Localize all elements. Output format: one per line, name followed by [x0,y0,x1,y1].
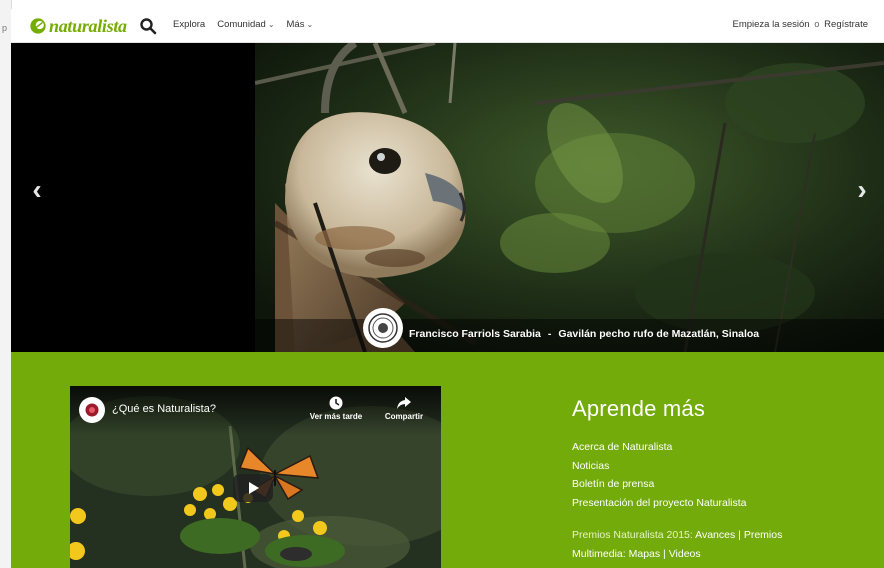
news-link[interactable]: Noticias [572,457,782,476]
video-title[interactable]: ¿Qué es Naturalista? [112,403,216,415]
watch-later-button[interactable]: Ver más tarde [306,394,366,421]
hawk-photo [255,43,884,352]
main-nav: Explora Comunidad ⌄ Más ⌄ [173,19,325,30]
chevron-down-icon: ⌄ [267,20,275,29]
play-button[interactable] [233,474,273,502]
site-header: naturalista Explora Comunidad ⌄ Más ⌄ Em… [11,9,884,43]
awards-progress-link[interactable]: Avances [695,529,735,541]
nav-explora[interactable]: Explora [173,19,205,30]
naturalista-logo[interactable]: naturalista [29,15,127,37]
partner-seal-icon [363,308,403,348]
press-link[interactable]: Boletín de prensa [572,475,782,494]
carousel-prev-button[interactable]: ‹ [23,173,51,207]
photo-caption[interactable]: Francisco Farriols Sarabia - Gavilán pecho… [409,328,759,340]
channel-avatar[interactable] [79,397,105,423]
multimedia-divider: | [663,547,666,560]
nav-mas[interactable]: Más ⌄ [287,19,314,30]
share-button[interactable]: Compartir [378,394,430,421]
nav-comunidad-label: Comunidad [217,19,266,30]
photographer-name: Francisco Farriols Sarabia [409,328,541,340]
browser-edge-char: p [2,23,8,33]
awards-row: Premios Naturalista 2015: Avances | Prem… [572,526,782,545]
presentation-link[interactable]: Presentación del proyecto Naturalista [572,494,782,513]
share-arrow-icon [397,397,411,409]
clock-icon [329,396,343,410]
maps-link[interactable]: Mapas [629,548,661,560]
auth-separator: o [814,19,820,30]
signup-link[interactable]: Regístrate [824,19,868,30]
watch-later-label: Ver más tarde [309,412,363,421]
login-link[interactable]: Empieza la sesión [732,19,809,30]
hero-carousel: ‹ › Francisco Farriols Sarabia - Gavilán p… [11,43,884,352]
learn-more-panel: Aprende más Acerca de Naturalista Notici… [572,396,782,563]
search-icon[interactable] [139,17,157,35]
multimedia-row: Multimedia: Mapas | Videos [572,545,782,564]
learn-more-heading: Aprende más [572,396,706,421]
youtube-video-embed[interactable]: ¿Qué es Naturalista? Ver más tarde Compa… [70,386,441,568]
chevron-down-icon: ⌄ [306,20,314,29]
extra-links: Premios Naturalista 2015: Avances | Prem… [572,526,782,563]
awards-label: Premios Naturalista 2015: [572,529,693,541]
share-label: Compartir [384,412,424,421]
learn-links: Acerca de Naturalista Noticias Boletín d… [572,438,782,512]
awards-divider: | [738,529,741,541]
auth-links: Empieza la sesión o Regístrate [732,19,868,30]
carousel-next-button[interactable]: › [848,173,876,207]
nav-explora-label: Explora [173,19,206,30]
multimedia-label: Multimedia: [572,547,626,560]
photo-description: Gavilán pecho rufo de Mazatlán, Sinaloa [558,328,760,340]
chevron-left-icon: ‹ [32,174,42,205]
intro-section: ¿Qué es Naturalista? Ver más tarde Compa… [11,352,884,568]
nav-mas-label: Más [286,19,305,30]
about-link[interactable]: Acerca de Naturalista [572,438,782,457]
logo-text: naturalista [49,15,127,36]
logo-leaf-icon [30,18,46,34]
chevron-right-icon: › [857,174,867,205]
caption-separator: - [547,328,552,340]
awards-prizes-link[interactable]: Premios [744,529,783,541]
nav-comunidad[interactable]: Comunidad ⌄ [217,19,274,30]
videos-link[interactable]: Videos [669,548,701,560]
play-icon [249,482,259,494]
